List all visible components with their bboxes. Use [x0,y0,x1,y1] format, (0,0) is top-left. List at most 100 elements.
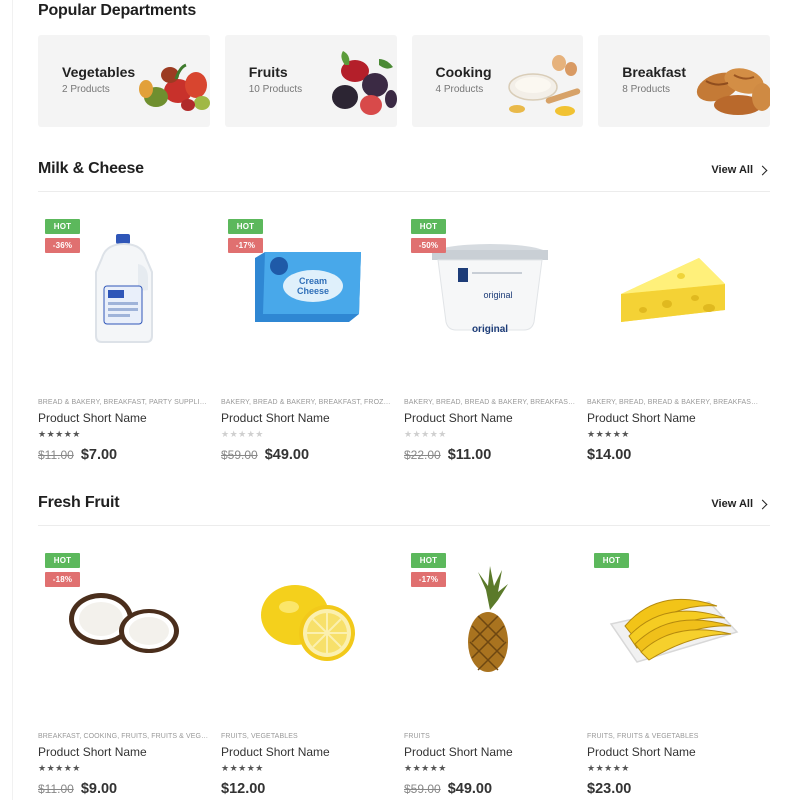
product-name[interactable]: Product Short Name [404,411,513,425]
rating-stars: ★★★★★ [404,429,447,439]
discount-badge: -36% [45,238,80,253]
view-all-label: View All [711,164,753,176]
product-name[interactable]: Product Short Name [221,745,330,759]
lemon-image [261,585,355,661]
discount-badge: -18% [45,572,80,587]
section-header: Milk & Cheese View All [38,160,770,192]
product-card[interactable]: HOT -36% BREAD & BAKERY, BREAKFAST, PART [38,193,221,468]
product-categories: FRUITS, FRUITS & VEGETABLES [587,733,699,740]
old-price: $11.00 [38,448,74,462]
product-card[interactable]: HOT -17% Cream Cheese BAKERY, BREAD & BA… [221,193,404,468]
department-card-breakfast[interactable]: Breakfast 8 Products [598,35,770,127]
svg-text:Cheese: Cheese [297,286,329,296]
product-categories: BAKERY, BREAD, BREAD & BAKERY, BREAKFAST… [587,399,759,406]
discount-badge: -50% [411,238,446,253]
department-count: 8 Products [622,84,671,95]
product-card[interactable]: HOT FRUITS, FRUITS & VEGETABLES Product … [587,527,770,800]
hot-badge: HOT [228,219,263,234]
product-categories: BREAD & BAKERY, BREAKFAST, PARTY SUPPLIE… [38,399,210,406]
old-price: $59.00 [404,782,441,796]
department-count: 10 Products [248,84,303,95]
product-card[interactable]: HOT -18% BREAKFAST, COOKING, FRUITS, FRU… [38,527,221,800]
department-name: Fruits [248,64,288,80]
view-all-link[interactable]: View All [711,498,768,510]
fresh-fruit-section: Fresh Fruit View All HOT -18% BREAKFAST,… [38,494,770,797]
vegetables-icon [138,63,210,111]
product-card[interactable]: BAKERY, BREAD, BREAD & BAKERY, BREAKFAST… [587,193,770,468]
hot-badge: HOT [411,553,446,568]
page: Popular Departments Vegetables 2 Product… [0,0,800,800]
product-name[interactable]: Product Short Name [38,411,147,425]
divider [12,0,13,800]
rating-stars: ★★★★★ [38,429,81,439]
rating-stars: ★★★★★ [38,763,81,773]
view-all-link[interactable]: View All [711,164,768,176]
fruits-icon [331,51,397,115]
departments-row: Vegetables 2 Products Fruits 10 Products [38,35,770,127]
cheese-wedge-image [621,258,725,322]
department-count: 4 Products [435,84,484,95]
hot-badge: HOT [45,219,80,234]
price-block: $59.00 $49.00 [221,447,309,463]
product-image[interactable] [221,527,393,717]
cooking-icon [508,55,581,116]
product-categories: BAKERY, BREAD & BAKERY, BREAKFAST, FROZE… [221,399,393,406]
rating-stars: ★★★★★ [221,429,264,439]
hot-badge: HOT [411,219,446,234]
old-price: $59.00 [221,448,258,462]
sale-price: $12.00 [221,781,266,797]
department-name: Breakfast [622,64,687,80]
hot-badge: HOT [594,553,629,568]
product-categories: BAKERY, BREAD, BREAD & BAKERY, BREAKFAST… [404,399,576,406]
product-grid: HOT -36% BREAD & BAKERY, BREAKFAST, PART [38,193,770,468]
product-name[interactable]: Product Short Name [587,745,696,759]
product-card[interactable]: HOT -17% FRUITS Product Short Name ★★★★★… [404,527,587,800]
product-categories: FRUITS [404,733,430,740]
price-block: $11.00 $9.00 [38,781,117,797]
product-image[interactable] [587,193,759,383]
discount-badge: -17% [228,238,263,253]
product-categories: FRUITS, VEGETABLES [221,733,298,740]
view-all-label: View All [711,498,753,510]
old-price: $22.00 [404,448,441,462]
milk-jug-image [95,234,153,343]
breakfast-icon [696,68,770,115]
department-card-fruits[interactable]: Fruits 10 Products [224,35,397,127]
sale-price: $49.00 [264,447,310,463]
department-name: Vegetables [62,64,136,80]
hot-badge: HOT [45,553,80,568]
rating-stars: ★★★★★ [404,763,447,773]
product-card[interactable]: FRUITS, VEGETABLES Product Short Name ★★… [221,527,404,800]
product-name[interactable]: Product Short Name [221,411,330,425]
discount-badge: -17% [411,572,446,587]
banana-image [609,598,739,663]
rating-stars: ★★★★★ [587,763,630,773]
sale-price: $9.00 [80,781,118,797]
department-card-vegetables[interactable]: Vegetables 2 Products [38,35,210,127]
sale-price: $49.00 [447,781,493,797]
department-card-cooking[interactable]: Cooking 4 Products [411,35,584,127]
department-name: Cooking [435,64,492,80]
chevron-right-icon [757,165,768,175]
svg-text:original: original [483,290,512,300]
pineapple-image [468,566,508,672]
chevron-right-icon [757,499,768,509]
department-count: 2 Products [62,84,110,95]
product-name[interactable]: Product Short Name [404,745,513,759]
product-name[interactable]: Product Short Name [38,745,147,759]
product-card[interactable]: HOT -50% original original BAKERY, BREAD… [404,193,587,468]
section-title: Milk & Cheese [38,160,144,177]
cream-cheese-image: Cream Cheese [255,252,361,322]
price-block: $11.00 $7.00 [38,447,117,463]
product-grid: HOT -18% BREAKFAST, COOKING, FRUITS, FRU… [38,527,770,800]
rating-stars: ★★★★★ [587,429,630,439]
yogurt-tub-image: original original [432,244,548,335]
price-block: $12.00 [221,781,265,797]
section-title: Fresh Fruit [38,494,120,511]
product-name[interactable]: Product Short Name [587,411,696,425]
price-block: $59.00 $49.00 [404,781,492,797]
price-block: $23.00 [587,781,631,797]
rating-stars: ★★★★★ [221,763,264,773]
coconut-image [69,593,179,653]
milk-cheese-section: Milk & Cheese View All HOT -36% BREAD & … [38,160,770,463]
